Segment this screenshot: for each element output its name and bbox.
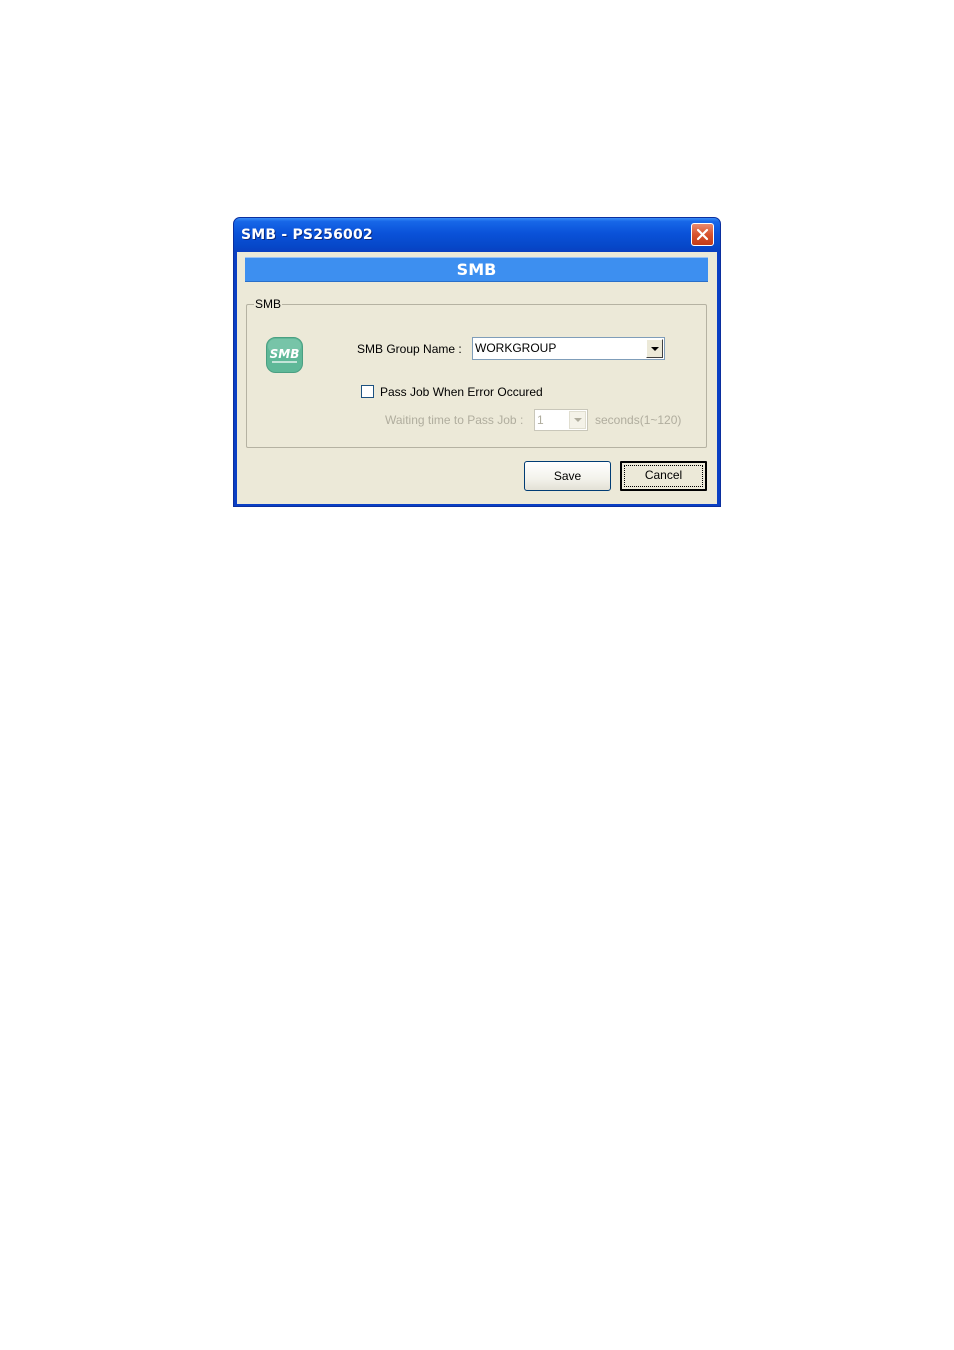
group-name-dropdown-button[interactable] (646, 339, 663, 358)
close-icon (696, 228, 709, 241)
group-name-combobox[interactable]: WORKGROUP (472, 337, 665, 360)
title-bar[interactable]: SMB - PS256002 (234, 218, 720, 252)
groupbox-legend: SMB (254, 297, 283, 311)
waiting-time-label: Waiting time to Pass Job : (385, 413, 524, 427)
group-name-label: SMB Group Name : (357, 342, 462, 356)
smb-logo-icon: SMB (266, 337, 303, 373)
page: SMB - PS256002 SMB SMB SMB SMB Group Nam… (0, 0, 954, 1350)
waiting-time-combobox[interactable]: 1 (534, 409, 588, 431)
smb-logo-text: SMB (270, 347, 300, 361)
group-name-value: WORKGROUP (475, 341, 557, 355)
window-title: SMB - PS256002 (241, 227, 373, 243)
waiting-time-dropdown-button[interactable] (569, 411, 586, 429)
save-button[interactable]: Save (524, 461, 611, 491)
cancel-button[interactable]: Cancel (620, 461, 707, 491)
pass-job-label[interactable]: Pass Job When Error Occured (380, 385, 543, 399)
cancel-button-label: Cancel (644, 468, 683, 482)
save-button-label: Save (553, 469, 582, 483)
waiting-time-value: 1 (537, 413, 544, 427)
pass-job-checkbox[interactable] (361, 385, 374, 398)
dialog-client-area: SMB SMB SMB SMB Group Name : WORKGROUP P… (237, 252, 717, 504)
smb-dialog-window: SMB - PS256002 SMB SMB SMB SMB Group Nam… (233, 217, 721, 507)
smb-groupbox: SMB SMB SMB Group Name : WORKGROUP Pass … (246, 297, 707, 448)
close-button[interactable] (691, 223, 714, 246)
waiting-time-unit: seconds(1~120) (595, 413, 682, 427)
section-banner: SMB (245, 257, 708, 282)
chevron-down-icon (650, 346, 659, 351)
chevron-down-icon (573, 418, 582, 422)
